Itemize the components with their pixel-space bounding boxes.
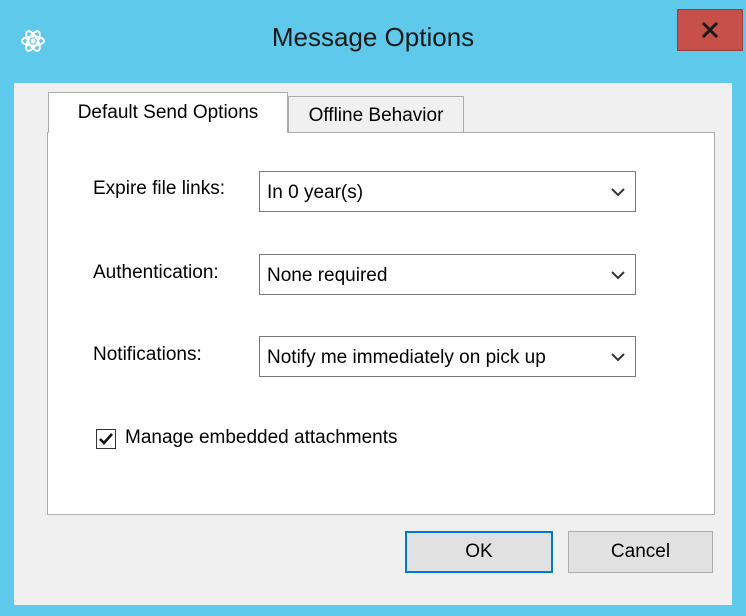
authentication-value: None required <box>267 265 388 286</box>
expire-value: In 0 year(s) <box>267 182 364 203</box>
chevron-down-icon <box>611 353 625 362</box>
dialog-client-area: Default Send Options Offline Behavior Ex… <box>14 83 732 605</box>
notifications-select[interactable]: Notify me immediately on pick up <box>259 336 636 377</box>
cancel-button[interactable]: Cancel <box>568 531 713 573</box>
notifications-label: Notifications: <box>93 344 202 365</box>
check-icon <box>99 433 113 445</box>
dialog-title: Message Options <box>271 22 475 52</box>
title-bar: Message Options <box>0 0 746 80</box>
tab-offline-behavior[interactable]: Offline Behavior <box>288 96 464 134</box>
notifications-value: Notify me immediately on pick up <box>267 347 546 368</box>
expire-file-links-select[interactable]: In 0 year(s) <box>259 171 636 212</box>
close-button[interactable] <box>677 9 743 51</box>
manage-embedded-attachments-label[interactable]: Manage embedded attachments <box>125 427 398 449</box>
message-options-dialog: Message Options Default Send Options Off… <box>0 0 746 616</box>
tab-default-send-options[interactable]: Default Send Options <box>48 92 288 133</box>
authentication-label: Authentication: <box>93 262 219 283</box>
ok-button[interactable]: OK <box>405 531 553 573</box>
chevron-down-icon <box>611 271 625 280</box>
authentication-select[interactable]: None required <box>259 254 636 295</box>
expire-label: Expire file links: <box>93 178 225 199</box>
tab-panel: Expire file links: In 0 year(s) Authenti… <box>47 132 715 515</box>
close-icon <box>702 22 718 38</box>
manage-embedded-attachments-checkbox[interactable] <box>96 429 116 449</box>
chevron-down-icon <box>611 188 625 197</box>
